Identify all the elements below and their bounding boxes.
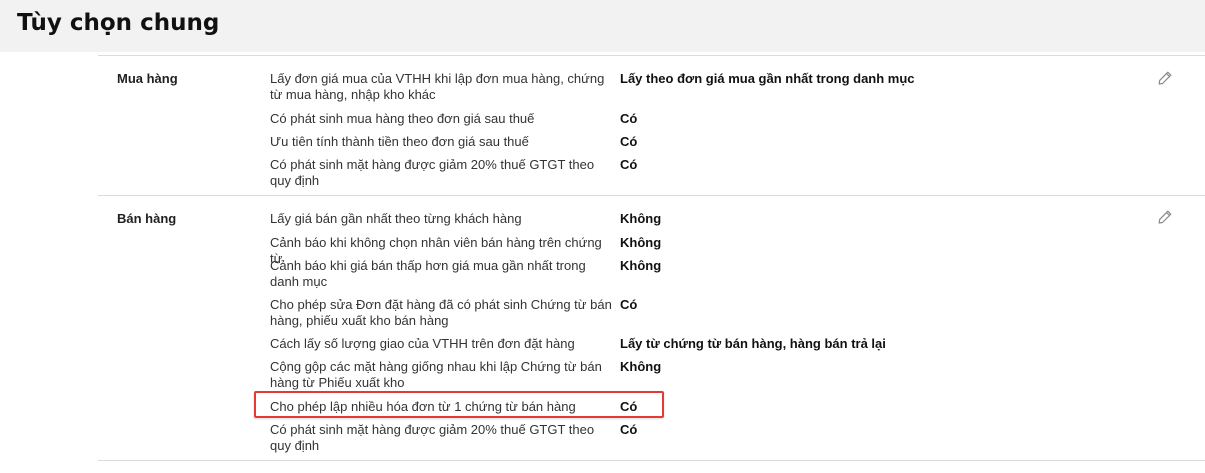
setting-value: Có	[620, 422, 638, 437]
setting-label: Có phát sinh mặt hàng được giảm 20% thuế…	[270, 422, 595, 453]
setting-label: Cho phép sửa Đơn đặt hàng đã có phát sin…	[270, 297, 612, 328]
highlight-box	[254, 391, 664, 418]
page-header: Tùy chọn chung	[0, 0, 1205, 52]
setting-value: Không	[620, 235, 662, 250]
section-label-sales: Bán hàng	[117, 211, 177, 226]
edit-icon[interactable]	[1157, 209, 1173, 225]
setting-value: Lấy từ chứng từ bán hàng, hàng bán trả l…	[620, 336, 886, 351]
setting-label: Có phát sinh mua hàng theo đơn giá sau t…	[270, 111, 535, 126]
divider	[98, 55, 1205, 56]
setting-value: Không	[620, 258, 662, 273]
setting-value: Không	[620, 211, 662, 226]
setting-value: Có	[620, 134, 638, 149]
setting-value: Có	[620, 157, 638, 172]
setting-label: Lấy đơn giá mua của VTHH khi lập đơn mua…	[270, 71, 605, 102]
setting-label: Cách lấy số lượng giao của VTHH trên đơn…	[270, 336, 575, 351]
edit-icon[interactable]	[1157, 70, 1173, 86]
setting-value: Có	[620, 297, 638, 312]
setting-label: Lấy giá bán gần nhất theo từng khách hàn…	[270, 211, 522, 226]
setting-value: Không	[620, 359, 662, 374]
setting-label: Cảnh báo khi giá bán thấp hơn giá mua gầ…	[270, 258, 586, 289]
setting-label: Có phát sinh mặt hàng được giảm 20% thuế…	[270, 157, 595, 188]
setting-value: Lấy theo đơn giá mua gần nhất trong danh…	[620, 71, 915, 86]
divider	[98, 195, 1205, 196]
section-label-purchase: Mua hàng	[117, 71, 178, 86]
setting-label: Ưu tiên tính thành tiền theo đơn giá sau…	[270, 134, 529, 149]
setting-label: Cộng gộp các mặt hàng giống nhau khi lập…	[270, 359, 602, 390]
divider	[98, 460, 1205, 461]
setting-value: Có	[620, 111, 638, 126]
page-title: Tùy chọn chung	[17, 10, 220, 36]
